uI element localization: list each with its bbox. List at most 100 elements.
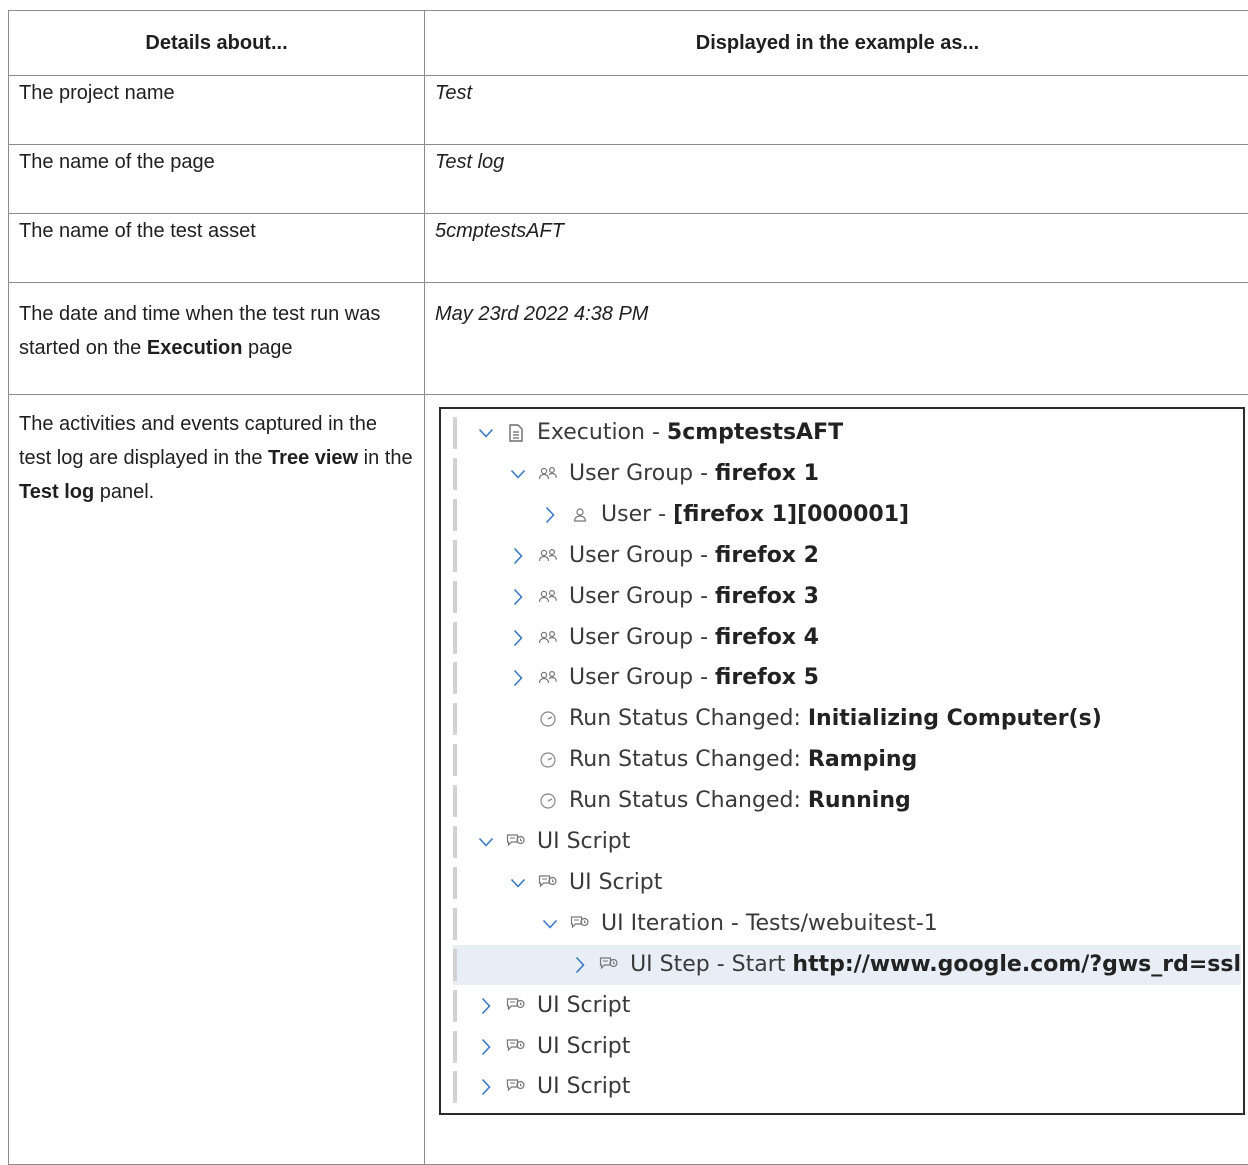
tree-node[interactable]: UI Script	[453, 863, 1241, 903]
tree-node-text: User Group -	[569, 543, 715, 568]
chevron-right-icon[interactable]	[471, 1078, 501, 1096]
tree-node[interactable]: Execution - 5cmptestsAFT	[453, 413, 1241, 453]
tree-node[interactable]: Run Status Changed: Running	[453, 781, 1241, 821]
tree-gutter	[453, 908, 457, 940]
column-header-displayed: Displayed in the example as...	[425, 11, 1248, 76]
tree-gutter	[453, 744, 457, 776]
value-cell: May 23rd 2022 4:38 PM	[425, 283, 1248, 395]
chevron-down-icon[interactable]	[471, 836, 501, 848]
chevron-down-icon[interactable]	[503, 877, 533, 889]
detail-cell: The activities and events captured in th…	[9, 395, 425, 1165]
tree-node-text: Execution -	[537, 420, 667, 445]
tree-gutter	[453, 417, 457, 449]
chevron-down-icon[interactable]	[471, 427, 501, 439]
value-cell: Execution - 5cmptestsAFT User Group - fir…	[425, 395, 1248, 1165]
top-strip	[0, 0, 1248, 8]
column-header-details: Details about...	[9, 11, 425, 76]
tree-node-label: Run Status Changed: Ramping	[569, 743, 917, 777]
tree-node-label: User Group - firefox 2	[569, 539, 819, 573]
detail-cell: The project name	[9, 76, 425, 145]
tree-node-bold-text: Running	[808, 788, 911, 813]
table-row: The project name Test	[9, 76, 1248, 145]
tree-node-text: UI Script	[537, 1074, 630, 1099]
document-icon	[501, 424, 531, 442]
table-row: The date and time when the test run was …	[9, 283, 1248, 395]
chevron-right-icon[interactable]	[503, 588, 533, 606]
detail-bold-text: Test log	[19, 481, 94, 503]
tree-node-bold-text: 5cmptestsAFT	[667, 420, 843, 445]
tree-gutter	[453, 1071, 457, 1103]
tree-node[interactable]: User Group - firefox 4	[453, 618, 1241, 658]
ui-script-icon	[565, 915, 595, 933]
tree-node-bold-text: firefox 4	[715, 625, 819, 650]
tree-node[interactable]: UI Iteration - Tests/webuitest-1	[453, 904, 1241, 944]
tree-gutter	[453, 662, 457, 694]
tree-node[interactable]: UI Script	[453, 1027, 1241, 1067]
tree-gutter	[453, 949, 457, 981]
tree-node-label: Run Status Changed: Initializing Compute…	[569, 702, 1102, 736]
tree-node-label: Run Status Changed: Running	[569, 784, 911, 818]
tree-node-label: User Group - firefox 4	[569, 621, 819, 655]
tree-node[interactable]: UI Script	[453, 986, 1241, 1026]
test-log-tree-view: Execution - 5cmptestsAFT User Group - fir…	[439, 407, 1245, 1115]
tree-node-label: UI Script	[537, 825, 630, 859]
tree-node-bold-text: firefox 2	[715, 543, 819, 568]
tree-node[interactable]: User Group - firefox 5	[453, 658, 1241, 698]
tree-gutter	[453, 622, 457, 654]
tree-node[interactable]: User Group - firefox 2	[453, 536, 1241, 576]
tree-node[interactable]: User Group - firefox 3	[453, 577, 1241, 617]
ui-script-icon	[533, 874, 563, 892]
tree-node-bold-text: Initializing Computer(s)	[808, 706, 1102, 731]
tree-node-bold-text: firefox 1	[715, 461, 819, 486]
user-icon	[565, 507, 595, 523]
tree-node[interactable]: Run Status Changed: Ramping	[453, 740, 1241, 780]
detail-text: page	[242, 337, 292, 359]
tree-gutter	[453, 540, 457, 572]
detail-text: panel.	[94, 481, 154, 503]
tree-node-text: UI Script	[537, 829, 630, 854]
tree-gutter	[453, 1031, 457, 1063]
tree-gutter	[453, 581, 457, 613]
tree-node-text: User -	[601, 502, 673, 527]
ui-script-icon	[595, 956, 625, 974]
tree-node-label: UI Script	[537, 989, 630, 1023]
tree-node-text: Run Status Changed:	[569, 706, 808, 731]
tree-node[interactable]: UI Script	[453, 1067, 1241, 1107]
user-group-icon	[533, 630, 563, 646]
chevron-down-icon[interactable]	[535, 918, 565, 930]
tree-node-label: Execution - 5cmptestsAFT	[537, 416, 843, 450]
chevron-right-icon[interactable]	[471, 1038, 501, 1056]
tree-node-bold-text: [firefox 1][000001]	[673, 502, 909, 527]
tree-node-label: UI Script	[569, 866, 662, 900]
tree-node-text: User Group -	[569, 665, 715, 690]
chevron-right-icon[interactable]	[565, 956, 595, 974]
run-status-icon	[533, 710, 563, 728]
chevron-right-icon[interactable]	[471, 997, 501, 1015]
chevron-right-icon[interactable]	[503, 547, 533, 565]
tree-gutter	[453, 990, 457, 1022]
user-group-icon	[533, 670, 563, 686]
detail-text: in the	[358, 447, 412, 469]
table-row: The name of the page Test log	[9, 145, 1248, 214]
tree-node-label: User Group - firefox 1	[569, 457, 819, 491]
tree-node[interactable]: User Group - firefox 1	[453, 454, 1241, 494]
table-row: The activities and events captured in th…	[9, 395, 1248, 1165]
tree-node-text: Run Status Changed:	[569, 788, 808, 813]
chevron-down-icon[interactable]	[503, 468, 533, 480]
tree-node-label: User Group - firefox 5	[569, 661, 819, 695]
chevron-right-icon[interactable]	[503, 669, 533, 687]
tree-node[interactable]: UI Script	[453, 822, 1241, 862]
chevron-right-icon[interactable]	[535, 506, 565, 524]
chevron-right-icon[interactable]	[503, 629, 533, 647]
tree-node-bold-text: Ramping	[808, 747, 917, 772]
ui-script-icon	[501, 833, 531, 851]
tree-node[interactable]: User - [firefox 1][000001]	[453, 495, 1241, 535]
details-table: Details about... Displayed in the exampl…	[8, 10, 1248, 1165]
tree-node[interactable]: UI Step - Start http://www.google.com/?g…	[453, 945, 1241, 985]
tree-node[interactable]: Run Status Changed: Initializing Compute…	[453, 699, 1241, 739]
detail-bold-text: Tree view	[268, 447, 358, 469]
tree-node-bold-text: firefox 5	[715, 665, 819, 690]
tree-node-bold-text: firefox 3	[715, 584, 819, 609]
value-cell: Test log	[425, 145, 1248, 214]
tree-node-label: User - [firefox 1][000001]	[601, 498, 909, 532]
